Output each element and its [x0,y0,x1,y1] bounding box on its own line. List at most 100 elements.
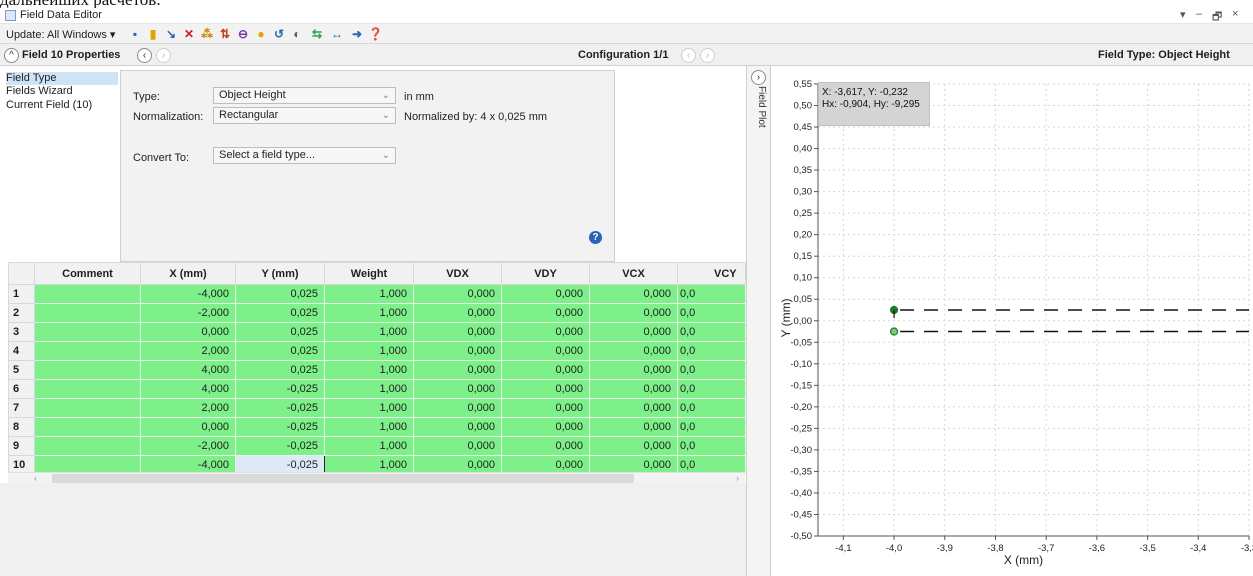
column-header-comment[interactable]: Comment [34,262,141,285]
cell-comment[interactable] [34,417,141,437]
minimize-icon[interactable]: – [1196,8,1202,20]
cell-vdx[interactable]: 0,000 [413,284,502,304]
table-row[interactable]: 7 2,000 -0,025 1,000 0,000 0,000 0,000 0,0 [8,398,746,418]
scroll-right-icon[interactable]: › [736,473,739,483]
table-row[interactable]: 1 -4,000 0,025 1,000 0,000 0,000 0,000 0,0 [8,284,746,304]
column-header-vdx[interactable]: VDX [413,262,502,285]
cell-weight[interactable]: 1,000 [324,398,414,418]
column-header-weight[interactable]: Weight [324,262,414,285]
next-field-button[interactable]: › [156,48,171,63]
row-number[interactable]: 6 [8,379,35,399]
cell-x[interactable]: -2,000 [140,436,236,456]
column-header-vdy[interactable]: VDY [501,262,590,285]
update-windows-dropdown[interactable]: Update: All Windows ▾ [6,28,115,41]
cell-y[interactable]: 0,025 [235,322,325,342]
cell-vdy[interactable]: 0,000 [501,436,590,456]
cell-vdx[interactable]: 0,000 [413,341,502,361]
cell-weight[interactable]: 1,000 [324,360,414,380]
nav-item-fields-wizard[interactable]: Fields Wizard [6,85,118,98]
cell-vdx[interactable]: 0,000 [413,322,502,342]
row-number[interactable]: 9 [8,436,35,456]
cell-vdx[interactable]: 0,000 [413,303,502,323]
row-number[interactable]: 4 [8,341,35,361]
convert-to-select[interactable]: Select a field type... ⌄ [213,147,396,164]
row-number[interactable]: 2 [8,303,35,323]
column-header-vcx[interactable]: VCX [589,262,678,285]
table-row[interactable]: 9 -2,000 -0,025 1,000 0,000 0,000 0,000 0,0 [8,436,746,456]
cell-weight[interactable]: 1,000 [324,303,414,323]
cell-vdx[interactable]: 0,000 [413,398,502,418]
cell-vcx[interactable]: 0,000 [589,303,678,323]
cell-vcx[interactable]: 0,000 [589,436,678,456]
arrow-right-icon[interactable]: ➜ [350,27,364,41]
cell-y[interactable]: -0,025 [235,417,325,437]
row-number[interactable]: 3 [8,322,35,342]
insert-after-icon[interactable]: ↘ [164,27,178,41]
cell-comment[interactable] [34,284,141,304]
cell-vcy[interactable]: 0,0 [677,303,746,323]
row-number[interactable]: 7 [8,398,35,418]
help-icon[interactable]: ? [589,231,602,244]
cell-y[interactable]: 0,025 [235,303,325,323]
field-plot-tab[interactable]: Field Plot [756,86,767,128]
nav-item-field-type[interactable]: Field Type [6,72,118,85]
cell-weight[interactable]: 1,000 [324,417,414,437]
scrollbar-thumb[interactable] [52,474,634,483]
sort-icon[interactable]: ⁂ [200,27,214,41]
cell-x[interactable]: 4,000 [140,360,236,380]
expand-icon[interactable]: ↔ [330,27,344,41]
row-number[interactable]: 8 [8,417,35,437]
column-header-y[interactable]: Y (mm) [235,262,325,285]
cell-comment[interactable] [34,436,141,456]
cell-x[interactable]: 0,000 [140,322,236,342]
cell-vcx[interactable]: 0,000 [589,322,678,342]
field-point[interactable] [889,327,899,336]
cell-vcy[interactable]: 0,0 [677,284,746,304]
expand-field-plot-button[interactable]: › [751,70,766,85]
cell-vcx[interactable]: 0,000 [589,417,678,437]
cell-y[interactable]: -0,025 [235,436,325,456]
cell-vcy[interactable]: 0,0 [677,322,746,342]
prev-config-button[interactable]: ‹ [681,48,696,63]
table-row[interactable]: 2 -2,000 0,025 1,000 0,000 0,000 0,000 0,0 [8,303,746,323]
toggle-icon[interactable]: ◐ [290,27,304,41]
cell-x[interactable]: -2,000 [140,303,236,323]
cell-comment[interactable] [34,303,141,323]
cell-vdy[interactable]: 0,000 [501,322,590,342]
cell-vdx[interactable]: 0,000 [413,417,502,437]
cell-vcx[interactable]: 0,000 [589,341,678,361]
prev-field-button[interactable]: ‹ [137,48,152,63]
cell-y[interactable]: 0,025 [235,360,325,380]
cell-weight[interactable]: 1,000 [324,379,414,399]
cell-vdy[interactable]: 0,000 [501,398,590,418]
cell-vcx[interactable]: 0,000 [589,360,678,380]
column-header-vcy[interactable]: VCY [677,262,746,285]
cell-x[interactable]: -4,000 [140,284,236,304]
refresh-icon[interactable]: ↺ [272,27,286,41]
close-icon[interactable]: × [1232,8,1238,20]
cell-x[interactable]: 2,000 [140,398,236,418]
corner-cell[interactable] [8,262,35,285]
cell-vdy[interactable]: 0,000 [501,360,590,380]
cell-weight[interactable]: 1,000 [324,341,414,361]
cell-comment[interactable] [34,360,141,380]
field-wizard-icon[interactable]: ⊖ [236,27,250,41]
cell-x[interactable]: 4,000 [140,379,236,399]
delete-icon[interactable]: ✕ [182,27,196,41]
table-row[interactable]: 4 2,000 0,025 1,000 0,000 0,000 0,000 0,0 [8,341,746,361]
cell-vcx[interactable]: 0,000 [589,398,678,418]
table-row[interactable]: 6 4,000 -0,025 1,000 0,000 0,000 0,000 0,0 [8,379,746,399]
cell-vcy[interactable]: 0,0 [677,360,746,380]
load-icon[interactable]: ▮ [146,27,160,41]
cell-vdy[interactable]: 0,000 [501,379,590,399]
cell-vdx[interactable]: 0,000 [413,360,502,380]
cell-vcy[interactable]: 0,0 [677,379,746,399]
normalization-select[interactable]: Rectangular ⌄ [213,107,396,124]
table-horizontal-scrollbar[interactable]: ‹ › [8,472,745,483]
cell-y[interactable]: -0,025 [235,398,325,418]
cell-vcx[interactable]: 0,000 [589,284,678,304]
field-data-icon[interactable]: ● [254,27,268,41]
row-number[interactable]: 5 [8,360,35,380]
cell-weight[interactable]: 1,000 [324,284,414,304]
scroll-left-icon[interactable]: ‹ [34,473,37,483]
